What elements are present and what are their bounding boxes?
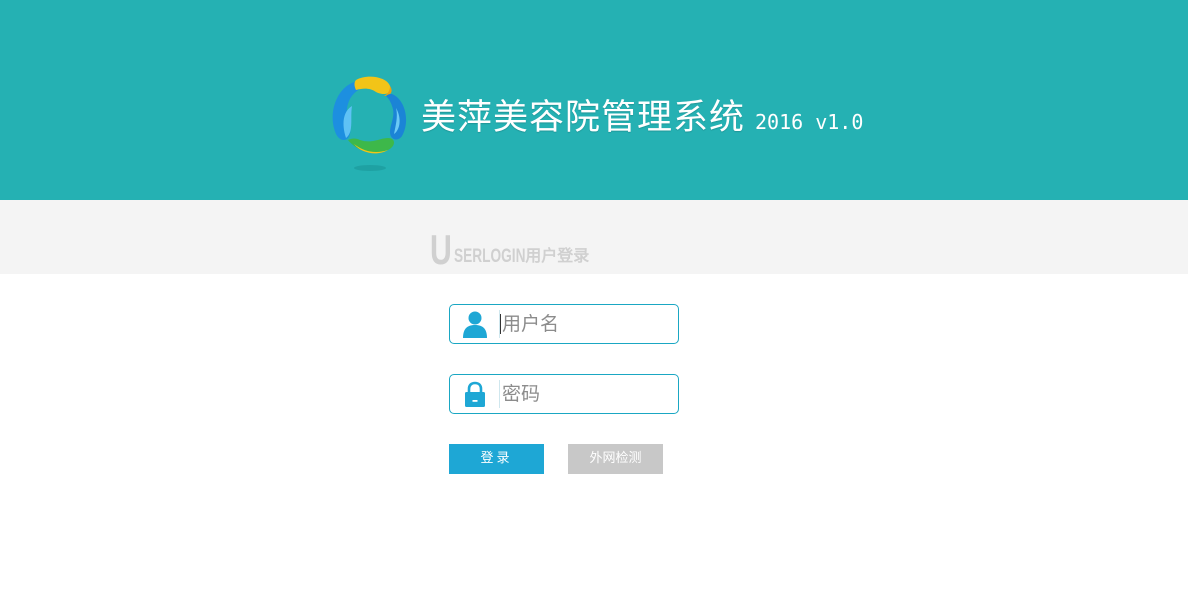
- text-caret: [500, 314, 501, 334]
- username-input[interactable]: [502, 309, 670, 339]
- password-input[interactable]: [502, 379, 670, 409]
- app-version-text: 2016 v1.0: [755, 110, 864, 134]
- user-login-heading-initial: U: [430, 226, 452, 273]
- username-field[interactable]: [449, 304, 679, 344]
- colorful-swirl-logo-icon: [332, 76, 407, 171]
- user-icon: [463, 311, 487, 338]
- login-button[interactable]: 登录: [449, 444, 544, 474]
- app-title: 美萍美容院管理系统 2016 v1.0: [421, 96, 863, 146]
- network-check-button[interactable]: 外网检测: [568, 444, 663, 474]
- login-section-band: U SERLOGIN 用户登录: [0, 200, 1188, 274]
- password-field-divider: [499, 380, 500, 408]
- user-login-heading-rest: SERLOGIN: [454, 246, 526, 267]
- lock-icon: [465, 381, 485, 407]
- password-field[interactable]: [449, 374, 679, 414]
- user-login-heading-cn: 用户登录: [525, 248, 590, 265]
- header-banner: 美萍美容院管理系统 2016 v1.0: [0, 0, 1188, 200]
- app-title-text: 美萍美容院管理系统: [421, 98, 746, 138]
- user-login-heading: U SERLOGIN 用户登录: [430, 226, 590, 273]
